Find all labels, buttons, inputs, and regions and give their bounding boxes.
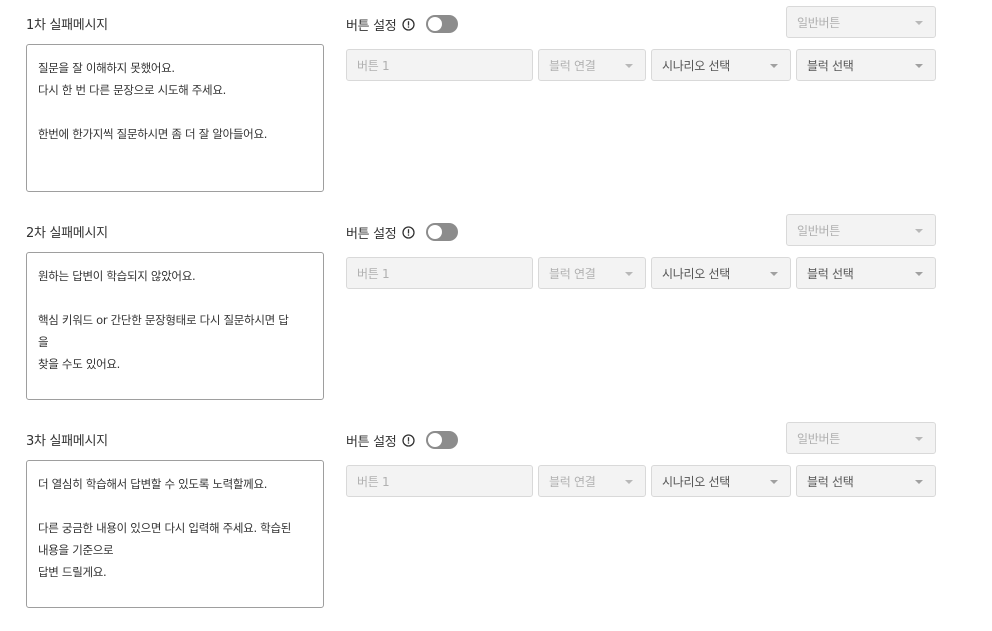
chevron-down-icon — [625, 480, 633, 484]
message-line: 다른 궁금한 내용이 있으면 다시 입력해 주세요. 학습된 — [38, 521, 292, 535]
info-icon[interactable] — [401, 225, 415, 239]
button-setting-row: 버튼 설정 — [346, 429, 459, 451]
message-line: 한번에 한가지씩 질문하시면 좀 더 잘 알아들어요. — [38, 127, 268, 141]
link-type-value: 블럭 연결 — [549, 58, 596, 73]
button-setting-label: 버튼 설정 — [346, 226, 397, 242]
chevron-down-icon — [770, 64, 778, 68]
link-type-select[interactable]: 블럭 연결 — [538, 465, 646, 497]
button-name-input[interactable]: 버튼 1 — [346, 49, 533, 81]
info-icon[interactable] — [401, 433, 415, 447]
message-line — [38, 495, 313, 517]
failure-message-section: 1차 실패메시지 질문을 잘 이해하지 못했어요. 다시 한 번 다른 문장으로 … — [0, 0, 992, 208]
toggle-knob — [428, 225, 443, 239]
link-type-value: 블럭 연결 — [549, 474, 596, 489]
message-line: 답변 드릴게요. — [38, 565, 107, 579]
button-setting-label: 버튼 설정 — [346, 18, 397, 34]
chevron-down-icon — [915, 437, 923, 441]
block-select[interactable]: 블럭 선택 — [796, 49, 936, 81]
button-type-select[interactable]: 일반버튼 — [786, 6, 936, 38]
scenario-select[interactable]: 시나리오 선택 — [651, 465, 791, 497]
toggle-knob — [428, 17, 443, 31]
message-line: 원하는 답변이 학습되지 않았어요. — [38, 269, 196, 283]
button-setting-row: 버튼 설정 — [346, 221, 459, 243]
chevron-down-icon — [625, 64, 633, 68]
section-title: 1차 실패메시지 — [26, 18, 108, 33]
button-setting-label: 버튼 설정 — [346, 434, 397, 450]
scenario-select[interactable]: 시나리오 선택 — [651, 49, 791, 81]
scenario-value: 시나리오 선택 — [662, 266, 730, 281]
chevron-down-icon — [915, 480, 923, 484]
chevron-down-icon — [770, 480, 778, 484]
button-name-placeholder: 버튼 1 — [357, 266, 390, 281]
failure-message-textarea[interactable]: 질문을 잘 이해하지 못했어요. 다시 한 번 다른 문장으로 시도해 주세요. 한… — [26, 44, 324, 192]
scenario-value: 시나리오 선택 — [662, 58, 730, 73]
button-type-value: 일반버튼 — [797, 15, 840, 30]
failure-message-textarea[interactable]: 더 열심히 학습해서 답변할 수 있도록 노력할께요. 다른 궁금한 내용이 있으… — [26, 460, 324, 608]
chevron-down-icon — [915, 64, 923, 68]
section-title: 3차 실패메시지 — [26, 434, 108, 449]
button-type-value: 일반버튼 — [797, 431, 840, 446]
message-line — [38, 101, 313, 123]
button-name-placeholder: 버튼 1 — [357, 474, 390, 489]
button-name-input[interactable]: 버튼 1 — [346, 257, 533, 289]
button-setting-toggle[interactable] — [426, 431, 459, 449]
section-title: 2차 실패메시지 — [26, 226, 108, 241]
info-icon[interactable] — [401, 17, 415, 31]
failure-message-section: 2차 실패메시지 원하는 답변이 학습되지 않았어요. 핵심 키워드 or 간단한… — [0, 208, 992, 416]
chevron-down-icon — [915, 272, 923, 276]
chevron-down-icon — [915, 229, 923, 233]
link-type-select[interactable]: 블럭 연결 — [538, 49, 646, 81]
message-line: 을 — [38, 335, 49, 349]
button-type-value: 일반버튼 — [797, 223, 840, 238]
chevron-down-icon — [770, 272, 778, 276]
message-line: 다시 한 번 다른 문장으로 시도해 주세요. — [38, 83, 226, 97]
scenario-value: 시나리오 선택 — [662, 474, 730, 489]
message-line: 찾을 수도 있어요. — [38, 357, 121, 371]
message-line: 질문을 잘 이해하지 못했어요. — [38, 61, 175, 75]
block-value: 블럭 선택 — [807, 266, 854, 281]
link-type-value: 블럭 연결 — [549, 266, 596, 281]
chevron-down-icon — [915, 21, 923, 25]
button-setting-row: 버튼 설정 — [346, 13, 459, 35]
block-value: 블럭 선택 — [807, 474, 854, 489]
button-type-select[interactable]: 일반버튼 — [786, 214, 936, 246]
block-select[interactable]: 블럭 선택 — [796, 257, 936, 289]
button-type-select[interactable]: 일반버튼 — [786, 422, 936, 454]
failure-message-section: 3차 실패메시지 더 열심히 학습해서 답변할 수 있도록 노력할께요. 다른 궁… — [0, 416, 992, 624]
message-line — [38, 287, 313, 309]
message-line: 내용을 기준으로 — [38, 543, 114, 557]
toggle-knob — [428, 433, 443, 447]
link-type-select[interactable]: 블럭 연결 — [538, 257, 646, 289]
block-value: 블럭 선택 — [807, 58, 854, 73]
message-line: 핵심 키워드 or 간단한 문장형태로 다시 질문하시면 답 — [38, 313, 289, 327]
block-select[interactable]: 블럭 선택 — [796, 465, 936, 497]
failure-message-textarea[interactable]: 원하는 답변이 학습되지 않았어요. 핵심 키워드 or 간단한 문장형태로 다시… — [26, 252, 324, 400]
button-name-placeholder: 버튼 1 — [357, 58, 390, 73]
chevron-down-icon — [625, 272, 633, 276]
scenario-select[interactable]: 시나리오 선택 — [651, 257, 791, 289]
button-setting-toggle[interactable] — [426, 223, 459, 241]
message-line: 더 열심히 학습해서 답변할 수 있도록 노력할께요. — [38, 477, 268, 491]
button-name-input[interactable]: 버튼 1 — [346, 465, 533, 497]
button-setting-toggle[interactable] — [426, 15, 459, 33]
